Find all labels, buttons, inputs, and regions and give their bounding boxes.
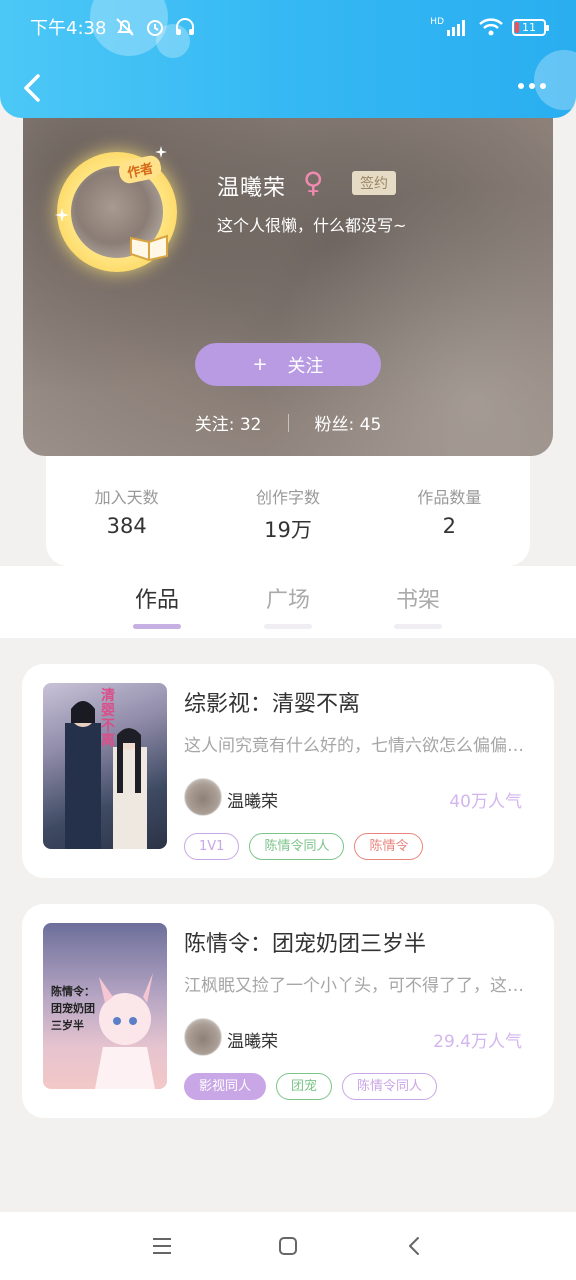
cover-title: 清婴不离 [101,688,115,749]
female-icon: ♀ [303,166,324,199]
tag[interactable]: 1V1 [184,833,240,860]
book-card[interactable]: 清婴不离 综影视：清婴不离 这人间究竟有什么好的，七情六欲怎么偏偏都要经历一遍 … [22,664,554,878]
tab-label: 作品 [134,588,179,613]
author-name: 温曦荣 [217,176,287,201]
book-cover[interactable]: 清婴不离 [43,683,167,849]
home-square-icon[interactable] [277,1235,299,1257]
author-bio: 这个人很懒，什么都没写~ [217,216,407,235]
book-description: 这人间究竟有什么好的，七情六欲怎么偏偏都要经历一遍 [184,736,538,756]
cover-title: 陈情令：团宠奶团三岁半 [51,985,95,1032]
tag[interactable]: 团宠 [276,1073,333,1100]
profile-card: 作者 温曦荣 ♀ 签约 这个人很懒，什么都没写~ + 关注 关注: 32 粉丝:… [23,100,553,456]
top-header: 下午4:38 HD 11 [0,0,576,118]
dot [518,83,524,89]
tab-label: 广场 [265,588,310,613]
tag[interactable]: 陈情令同人 [249,833,345,860]
author-avatar-large[interactable]: 作者 [55,146,177,272]
author-stats-card: 加入天数 384 创作字数 19万 作品数量 2 [46,440,530,566]
dot [540,83,546,89]
tab-indicator [264,624,312,629]
system-nav-bar [0,1212,576,1280]
popularity-count: 40万人气 [449,792,522,812]
fans-count[interactable]: 粉丝: 45 [315,410,382,435]
tag[interactable]: 陈情令同人 [342,1073,438,1100]
stat-label: 加入天数 [94,488,159,507]
tag-list: 1V1 陈情令同人 陈情令 [184,833,424,860]
plus-icon: + [252,354,268,375]
battery-icon: 11 [512,18,549,36]
book-card[interactable]: 陈情令：团宠奶团三岁半 陈情令：团宠奶团三岁半 江枫眠又捡了一个小丫头，可不得了… [22,904,554,1118]
stat-works-count: 作品数量 2 [369,484,530,566]
signed-badge: 签约 [352,171,396,195]
stat-value: 384 [106,514,147,538]
stat-label: 创作字数 [255,488,320,507]
tab-indicator [394,624,442,629]
stat-word-count: 创作字数 19万 [207,484,368,566]
book-author: 温曦荣 [227,792,278,812]
tab-indicator [133,624,181,629]
follow-button[interactable]: + 关注 [195,343,381,386]
following-count[interactable]: 关注: 32 [195,410,262,435]
tab-works[interactable]: 作品 [127,582,187,629]
tab-square[interactable]: 广场 [258,582,318,629]
status-bar: 下午4:38 HD 11 [30,12,549,42]
popularity-count: 29.4万人气 [433,1032,522,1052]
book-title: 综影视：清婴不离 [184,692,361,717]
sparkle-icon [55,208,69,222]
hd-label: HD [430,17,444,27]
stat-join-days: 加入天数 384 [46,484,207,566]
status-time: 下午4:38 [30,18,107,39]
chevron-left-icon [24,74,40,102]
follow-stats: 关注: 32 粉丝: 45 [23,410,553,435]
book-title: 陈情令：团宠奶团三岁半 [184,932,427,957]
divider [287,413,289,432]
tag[interactable]: 影视同人 [184,1073,267,1100]
menu-icon[interactable] [151,1236,173,1256]
headphones-icon [176,18,195,35]
book-description: 江枫眠又捡了一个小丫头，可不得了了，这下莲花坞热闹了 [184,976,538,996]
wifi-icon [479,18,503,36]
book-author: 温曦荣 [227,1032,278,1052]
tag[interactable]: 陈情令 [354,833,424,860]
more-button[interactable] [518,80,550,92]
stat-value: 19万 [264,518,312,542]
stat-value: 2 [442,514,456,538]
tab-bookshelf[interactable]: 书架 [388,582,448,629]
book-cover[interactable]: 陈情令：团宠奶团三岁半 [43,923,167,1089]
stat-label: 作品数量 [417,488,482,507]
avatar [184,778,222,816]
tag-list: 影视同人 团宠 陈情令同人 [184,1073,438,1100]
dot [529,83,535,89]
follow-button-label: 关注 [287,355,324,377]
tab-label: 书架 [395,588,440,613]
mute-icon [116,18,135,36]
signal-icon [447,20,465,36]
back-button[interactable] [18,70,48,106]
avatar [184,1018,222,1056]
back-triangle-icon[interactable] [403,1235,425,1257]
battery-level: 11 [522,20,536,34]
tab-bar: 作品 广场 书架 [0,566,576,638]
book-icon [130,234,168,262]
sparkle-icon [155,146,167,158]
alarm-icon [147,20,164,36]
author-tag: 作者 [117,153,163,186]
